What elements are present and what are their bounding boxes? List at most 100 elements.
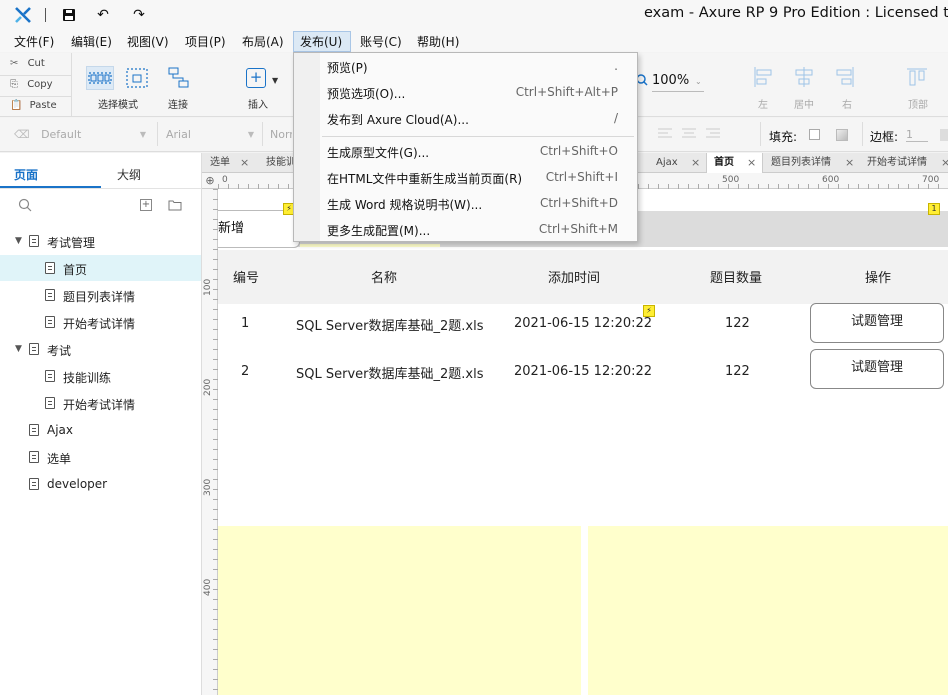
font-select[interactable]: Arial ▼: [166, 124, 256, 146]
tree-item[interactable]: [0, 255, 201, 281]
save-icon[interactable]: [60, 6, 78, 24]
add-folder-icon[interactable]: [168, 199, 182, 211]
ruler-v-label: 300: [203, 478, 213, 496]
menu-account[interactable]: 账号(C): [360, 33, 402, 50]
add-page-icon[interactable]: +: [140, 199, 152, 211]
connect-button[interactable]: [166, 66, 192, 90]
row2-manage-button[interactable]: 试题管理: [810, 349, 944, 389]
select-contain-icon: [126, 68, 148, 88]
align-top-button[interactable]: [906, 66, 928, 88]
doctab-menu[interactable]: 选单: [210, 153, 230, 173]
menu-item-label: 更多生成配置(M)...: [327, 224, 431, 238]
redo-icon[interactable]: ↷: [130, 6, 148, 24]
doctab-skill[interactable]: 技能训: [266, 153, 294, 173]
zoom-value[interactable]: 100%: [652, 73, 689, 88]
text-align-buttons[interactable]: [658, 126, 738, 142]
tab-outline[interactable]: 大纲: [117, 166, 141, 183]
insert-dropdown-icon[interactable]: ▼: [272, 76, 278, 85]
ruler-v-label: 400: [203, 578, 213, 596]
tree-item-label: developer: [47, 477, 108, 491]
doctab-close-icon[interactable]: ×: [845, 153, 854, 173]
menu-edit[interactable]: 编辑(E): [71, 33, 112, 50]
sticky-note-right[interactable]: [588, 526, 948, 695]
copy-button[interactable]: ⎘ Copy: [10, 79, 53, 90]
paste-icon: 📋: [10, 100, 23, 111]
style-divider: [862, 122, 863, 146]
header-action: 操作: [865, 271, 892, 286]
add-tab-widget[interactable]: 新增: [218, 210, 300, 248]
doctab-ajax[interactable]: Ajax: [656, 153, 678, 173]
menu-item-label: 预览选项(O)...: [327, 87, 406, 101]
align-left-label: 左: [758, 100, 768, 111]
style-dropdown-icon: ▼: [139, 130, 146, 139]
axure-logo-icon: [15, 7, 31, 23]
border-width-input[interactable]: 1: [906, 128, 928, 142]
select-intersect-button[interactable]: [86, 66, 114, 90]
menu-help[interactable]: 帮助(H): [417, 33, 459, 50]
ruler-origin-icon[interactable]: ⊕: [203, 174, 217, 188]
menu-publish[interactable]: 发布(U): [300, 33, 342, 50]
align-left-button[interactable]: [752, 66, 774, 88]
connector-icon: [168, 67, 189, 88]
style-divider: [262, 122, 263, 146]
row1-time: 2021-06-15 12:20:22: [514, 316, 653, 331]
page-icon: [45, 397, 55, 409]
fill-color-swatch[interactable]: [809, 129, 820, 140]
tree-item-label: Ajax: [47, 423, 73, 437]
tree-item-label: 开始考试详情: [63, 317, 136, 331]
sticky-note-left[interactable]: [218, 526, 581, 695]
menu-layout[interactable]: 布局(A): [242, 33, 284, 50]
font-select-value: Arial: [166, 128, 191, 141]
tree-item-label: 技能训练: [63, 371, 112, 385]
expand-caret-icon[interactable]: ▼: [15, 236, 22, 246]
doctab-start-exam[interactable]: 开始考试详情: [867, 153, 927, 173]
cut-button[interactable]: ✂ Cut: [10, 58, 45, 69]
tree-item-label: 首页: [63, 263, 88, 277]
doctab-home[interactable]: 首页: [714, 153, 734, 173]
select-mode-label: 选择模式: [98, 100, 138, 111]
doctab-close-icon[interactable]: ×: [240, 153, 249, 173]
page-icon: [29, 235, 39, 247]
doctab-question-list[interactable]: 题目列表详情: [771, 153, 831, 173]
font-weight-select[interactable]: Norm: [270, 124, 292, 146]
select-contain-button[interactable]: [125, 66, 149, 90]
tab-pages[interactable]: 页面: [14, 166, 38, 183]
ruler-v-label: 200: [203, 378, 213, 396]
ruler-v-label: 100: [203, 278, 213, 296]
expand-caret-icon[interactable]: ▼: [15, 344, 22, 354]
align-right-label: 右: [842, 100, 852, 111]
menu-item-shortcut: Ctrl+Shift+I: [545, 170, 618, 184]
page-icon: [29, 424, 39, 436]
undo-icon[interactable]: ↶: [94, 6, 112, 24]
row1-manage-button[interactable]: 试题管理: [810, 303, 944, 343]
page-icon: [29, 451, 39, 463]
align-center-button[interactable]: [793, 66, 815, 88]
menu-item-shortcut: Ctrl+Shift+M: [538, 222, 618, 236]
note-badge[interactable]: 1: [928, 203, 940, 215]
zoom-dropdown-icon[interactable]: ⌄: [695, 77, 702, 86]
border-color-swatch[interactable]: [940, 129, 948, 141]
insert-label: 插入: [248, 100, 268, 111]
page-icon: [45, 289, 55, 301]
doctab-close-icon[interactable]: ×: [941, 153, 948, 173]
paint-icon: ⌫: [14, 128, 30, 141]
align-center-label: 居中: [794, 100, 814, 111]
doctab-close-icon[interactable]: ×: [747, 153, 756, 173]
align-right-button[interactable]: [834, 66, 856, 88]
search-icon[interactable]: [18, 198, 32, 212]
doctab-close-icon[interactable]: ×: [691, 153, 700, 173]
menu-file[interactable]: 文件(F): [14, 33, 54, 50]
menu-separator: [322, 136, 634, 137]
menu-project[interactable]: 项目(P): [185, 33, 226, 50]
insert-plus-icon[interactable]: +: [246, 68, 266, 88]
interaction-lightning-icon[interactable]: ⚡: [643, 305, 655, 317]
menu-view[interactable]: 视图(V): [127, 33, 169, 50]
align-top-icon: [907, 68, 927, 86]
fill-gradient-icon[interactable]: [836, 129, 848, 141]
paste-button[interactable]: 📋 Paste: [10, 100, 57, 111]
style-select[interactable]: ⌫ Default ▼: [14, 124, 148, 146]
titlebar-separator: [45, 8, 46, 22]
align-top-label: 顶部: [908, 100, 928, 111]
fill-label: 填充:: [769, 130, 798, 144]
page-icon: [45, 370, 55, 382]
